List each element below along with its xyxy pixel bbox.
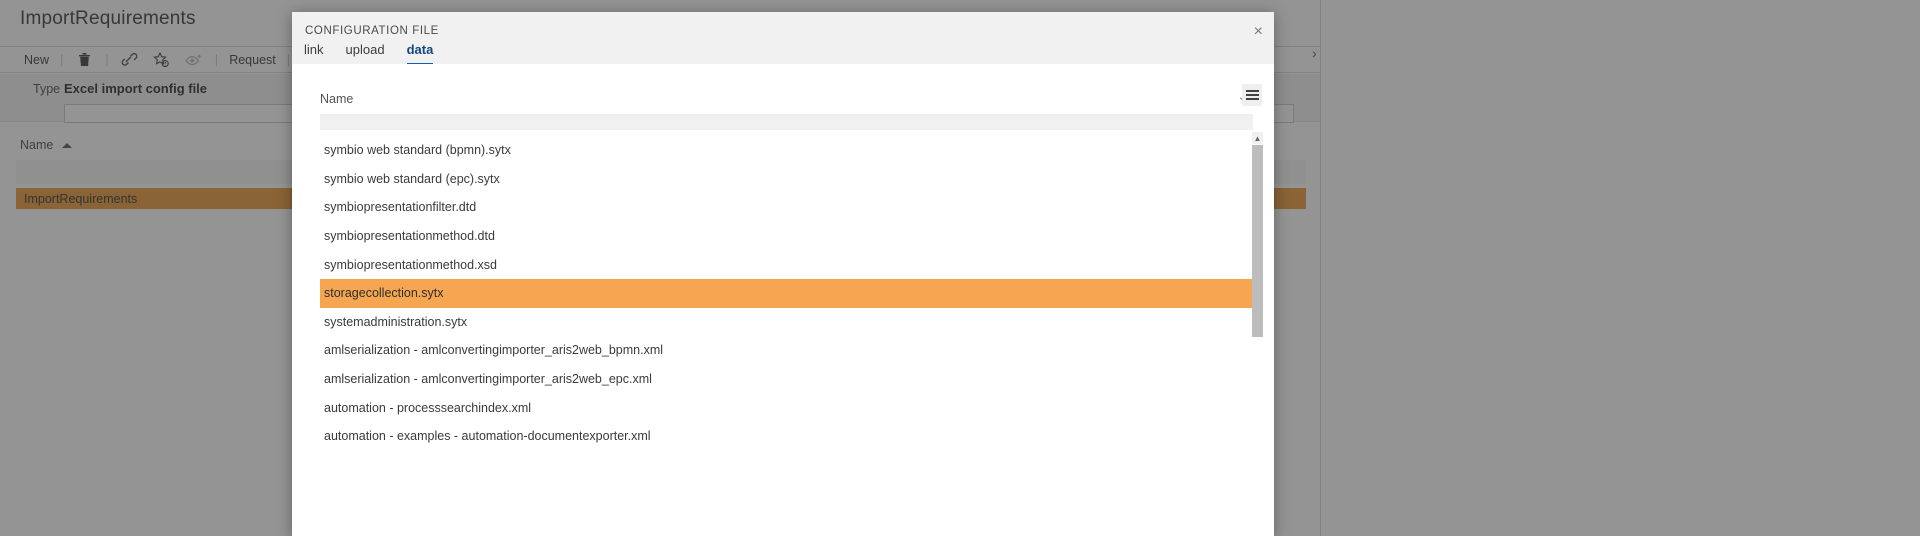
- grid-filter-row[interactable]: [320, 114, 1253, 130]
- list-item[interactable]: automation - processsearchindex.xml: [320, 393, 1253, 422]
- sort-ascending-icon[interactable]: [62, 143, 72, 148]
- close-icon[interactable]: ×: [1254, 24, 1263, 40]
- page-title: ImportRequirements: [20, 8, 196, 29]
- dialog-body: Name ⌄ symbio web standard (bpmn).sytx s…: [292, 64, 1274, 536]
- dialog-header: [292, 12, 1274, 64]
- watch-eye-icon[interactable]: [183, 50, 205, 70]
- tab-link[interactable]: link: [304, 42, 324, 66]
- toolbar-separator: |: [60, 52, 64, 67]
- list-item[interactable]: automation - examples - automation-docum…: [320, 422, 1253, 451]
- file-list: symbio web standard (bpmn).sytx symbio w…: [320, 136, 1253, 536]
- list-item[interactable]: systemadministration.sytx: [320, 308, 1253, 337]
- link-icon[interactable]: [119, 50, 141, 70]
- tab-data[interactable]: data: [406, 42, 434, 66]
- tab-upload[interactable]: upload: [346, 42, 385, 66]
- list-item[interactable]: symbiopresentationmethod.xsd: [320, 250, 1253, 279]
- list-item[interactable]: amlserialization - amlconvertingimporter…: [320, 336, 1253, 365]
- request-button[interactable]: Request: [223, 53, 282, 67]
- scrollbar-thumb[interactable]: [1252, 145, 1263, 337]
- list-item[interactable]: symbio web standard (epc).sytx: [320, 165, 1253, 194]
- type-label: Type: [33, 82, 61, 96]
- vertical-scrollbar[interactable]: ▲: [1252, 132, 1263, 536]
- grid-column-header-name[interactable]: Name: [320, 92, 353, 106]
- list-item[interactable]: symbio web standard (bpmn).sytx: [320, 136, 1253, 165]
- favorite-star-icon[interactable]: [151, 50, 173, 70]
- type-value: Excel import config file: [64, 81, 208, 96]
- scrollbar-track[interactable]: [1252, 337, 1263, 536]
- list-item[interactable]: symbiopresentationfilter.dtd: [320, 193, 1253, 222]
- list-item[interactable]: amlserialization - amlconvertingimporter…: [320, 365, 1253, 394]
- properties-pane: Name Description B I U ✐ ≡ ≣ ⇤ ⇥ H1 H2 ✂…: [1320, 0, 1920, 536]
- list-item[interactable]: storagecollection.sytx: [320, 278, 1253, 308]
- dialog-tabs: link upload data: [304, 42, 434, 66]
- delete-icon[interactable]: [73, 50, 95, 70]
- toolbar-separator: |: [214, 52, 219, 67]
- toolbar-separator: |: [105, 52, 109, 67]
- scroll-up-icon[interactable]: ▲: [1252, 132, 1263, 144]
- list-column-header-name[interactable]: Name: [20, 138, 53, 152]
- configuration-file-dialog: CONFIGURATION FILE × link upload data Na…: [292, 12, 1274, 536]
- hamburger-menu-icon[interactable]: [1242, 84, 1262, 106]
- list-item[interactable]: symbiopresentationmethod.dtd: [320, 222, 1253, 251]
- dialog-title: CONFIGURATION FILE: [305, 25, 439, 37]
- new-button[interactable]: New: [18, 53, 55, 67]
- collapse-panel-chevron-icon[interactable]: ›: [1312, 45, 1317, 61]
